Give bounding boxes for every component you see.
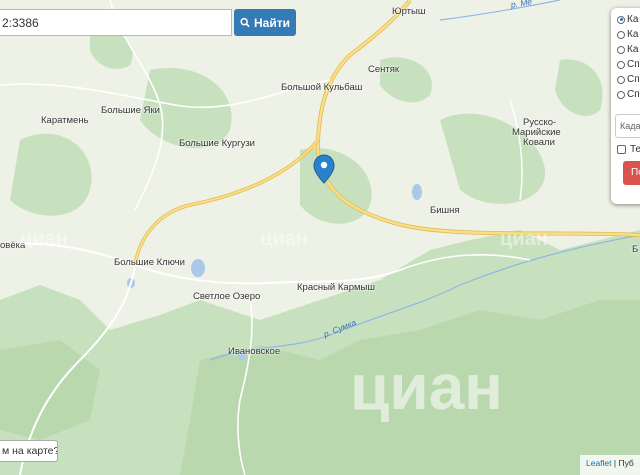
- place-label: Светлое Озеро: [193, 291, 261, 302]
- leaflet-link[interactable]: Leaflet: [586, 458, 612, 468]
- radio[interactable]: [617, 75, 625, 84]
- watermark: циан: [350, 351, 503, 423]
- territory-checkbox-row[interactable]: Те: [617, 144, 640, 155]
- layer-option[interactable]: Ка: [617, 44, 638, 55]
- place-label: Бишня: [430, 205, 460, 216]
- place-label: Каратмень: [41, 115, 89, 126]
- radio[interactable]: [617, 45, 625, 54]
- checkbox[interactable]: [617, 145, 626, 154]
- place-label: Сентяк: [368, 64, 400, 75]
- watermark: циан: [20, 228, 68, 250]
- place-label: Ивановское: [228, 346, 281, 357]
- layer-option[interactable]: Сп: [617, 59, 640, 70]
- place-label: Большие Яки: [101, 105, 160, 116]
- show-button[interactable]: По: [623, 161, 640, 185]
- map-attribution: Leaflet | Пуб: [580, 455, 640, 475]
- layer-option[interactable]: Ка: [617, 29, 638, 40]
- search-button-label: Найти: [254, 15, 290, 30]
- watermark: циан: [260, 228, 308, 250]
- watermark: циан: [500, 228, 548, 250]
- radio[interactable]: [617, 60, 625, 69]
- radio[interactable]: [617, 90, 625, 99]
- place-label: Красный Кармыш: [297, 282, 375, 293]
- place-label: Большие Кургузи: [179, 138, 255, 149]
- layer-option[interactable]: Ка: [617, 14, 638, 25]
- layer-control-panel: Ка Ка Ка Сп Сп Сп Кадаст Те По: [611, 8, 640, 204]
- layer-option[interactable]: Сп: [617, 89, 640, 100]
- cadastral-search-input[interactable]: [0, 9, 232, 36]
- map-help-button[interactable]: м на карте?: [0, 440, 58, 462]
- radio-selected[interactable]: [617, 15, 625, 24]
- search-button[interactable]: Найти: [234, 9, 296, 36]
- search-icon: [240, 17, 250, 28]
- place-label: Б: [632, 244, 639, 255]
- radio[interactable]: [617, 30, 625, 39]
- cadastre-number-input[interactable]: Кадаст: [615, 114, 640, 138]
- place-label: Ковали: [523, 137, 555, 148]
- layer-option[interactable]: Сп: [617, 74, 640, 85]
- place-label: Большой Кульбаш: [281, 82, 363, 93]
- place-label: Юртыш: [392, 6, 426, 17]
- place-label: Большие Ключи: [114, 257, 185, 268]
